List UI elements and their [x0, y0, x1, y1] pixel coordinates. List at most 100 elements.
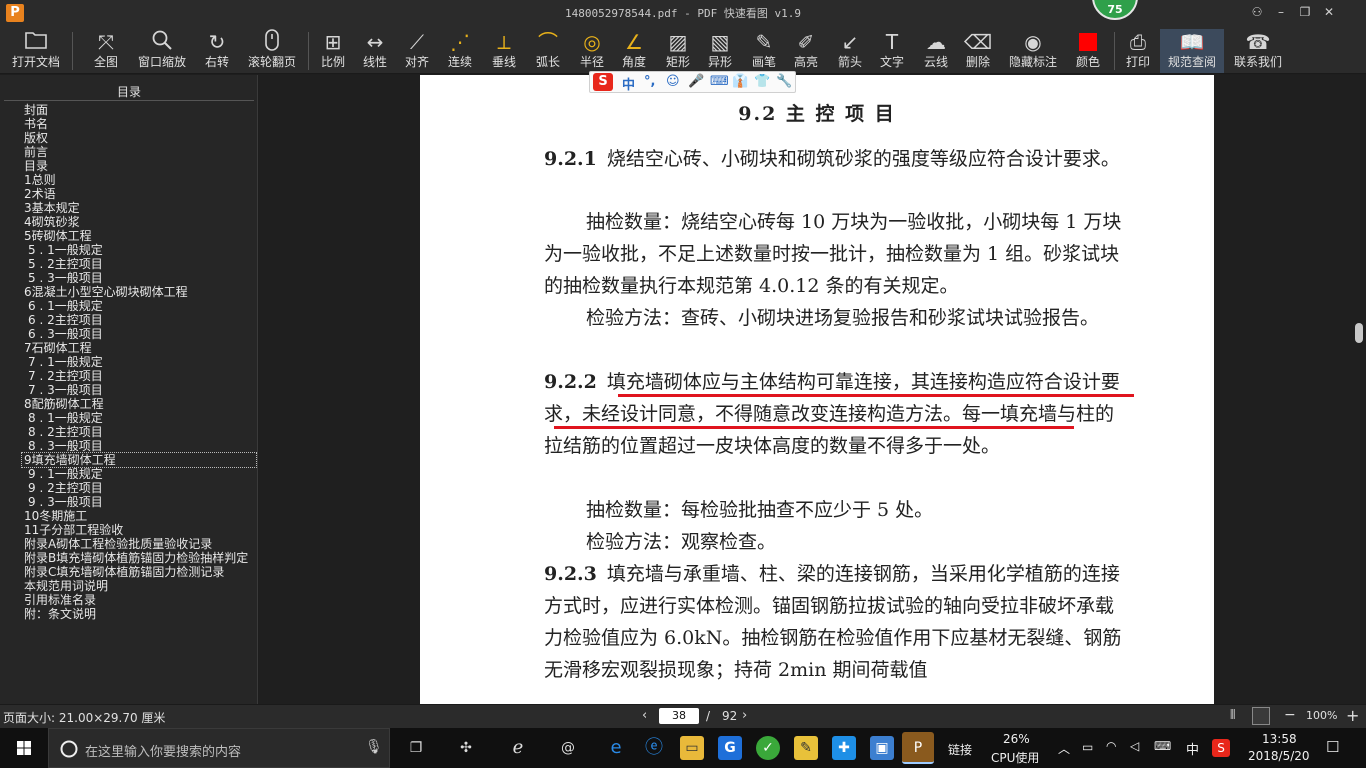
toc-item[interactable]: 附录A砌体工程检验批质量验收记录	[0, 537, 258, 551]
toc-item[interactable]: 6混凝土小型空心砌块砌体工程	[0, 285, 258, 299]
microphone-icon[interactable]: 🎙	[365, 739, 383, 755]
radius-button[interactable]: ◎ 半径	[574, 29, 610, 73]
delete-button[interactable]: ⌫ 删除	[960, 29, 996, 73]
zoom-out-icon[interactable]: −	[1284, 707, 1296, 723]
previous-page-icon[interactable]: ‹	[642, 708, 647, 723]
green-app-icon[interactable]: ✓	[756, 736, 780, 760]
toc-item[interactable]: 3基本规定	[0, 201, 258, 215]
ime-punctuation-icon[interactable]: °,	[644, 74, 655, 89]
clock-time[interactable]: 13:58	[1262, 732, 1297, 746]
ime-settings-icon[interactable]: 🔧	[776, 74, 792, 89]
notes-app-icon[interactable]: ✎	[794, 736, 818, 760]
text-button[interactable]: T 文字	[874, 29, 910, 73]
cloud-line-button[interactable]: ☁ 云线	[918, 29, 954, 73]
align-measure-button[interactable]: ⟋ 对齐	[400, 29, 434, 73]
edge-legacy-icon[interactable]: ℯ	[506, 736, 530, 760]
clock-date[interactable]: 2018/5/20	[1248, 749, 1310, 763]
toc-item[interactable]: 封面	[0, 103, 258, 117]
arc-length-button[interactable]: ⌒ 弧长	[530, 29, 566, 73]
toc-item[interactable]: 7 . 2主控项目	[0, 369, 258, 383]
g-app-icon[interactable]: G	[718, 736, 742, 760]
notification-center-icon[interactable]: ☐	[1326, 738, 1339, 756]
toc-item[interactable]: 6 . 1一般规定	[0, 299, 258, 313]
rotate-right-button[interactable]: ↻ 右转	[198, 29, 236, 73]
toc-item[interactable]: 8 . 2主控项目	[0, 425, 258, 439]
minimize-button[interactable]: –	[1272, 3, 1290, 21]
ime-keyboard-icon[interactable]: ⌨	[710, 74, 729, 89]
contact-us-button[interactable]: ☎ 联系我们	[1230, 29, 1286, 73]
toc-item[interactable]: 7 . 1一般规定	[0, 355, 258, 369]
print-button[interactable]: ⎙ 打印	[1120, 29, 1156, 73]
edge-browser-icon[interactable]: e	[604, 736, 628, 760]
toc-item[interactable]: 1总则	[0, 173, 258, 187]
perpendicular-button[interactable]: ⟂ 垂线	[486, 29, 522, 73]
two-page-view-icon[interactable]: ⫴	[1230, 708, 1235, 723]
current-page-input[interactable]: 38	[659, 708, 699, 724]
pdf-viewer-taskbar-icon[interactable]: P	[902, 732, 934, 764]
scale-button[interactable]: ⊞ 比例	[316, 29, 350, 73]
briefcase-app-icon[interactable]: ▣	[870, 736, 894, 760]
toc-item[interactable]: 7 . 3一般项目	[0, 383, 258, 397]
fit-page-button[interactable]: ⤧ 全图	[86, 29, 126, 73]
spec-lookup-button[interactable]: 📖 规范查阅	[1160, 29, 1224, 73]
toc-item[interactable]: 附录B填充墙砌体植筋锚固力检验抽样判定	[0, 551, 258, 565]
pen-button[interactable]: ✎ 画笔	[746, 29, 782, 73]
angle-button[interactable]: ∠ 角度	[616, 29, 652, 73]
touch-keyboard-icon[interactable]: ⌨	[1154, 739, 1171, 753]
file-explorer-icon[interactable]: ▭	[680, 736, 704, 760]
wifi-icon[interactable]: ◠	[1106, 739, 1116, 753]
red-underline-annotation[interactable]	[618, 394, 1134, 397]
toc-item[interactable]: 版权	[0, 131, 258, 145]
ime-voice-icon[interactable]: 🎤	[688, 74, 704, 89]
toc-item[interactable]: 9 . 2主控项目	[0, 481, 258, 495]
toc-item[interactable]: 本规范用词说明	[0, 579, 258, 593]
start-button[interactable]	[0, 728, 48, 768]
highlight-button[interactable]: ✐ 高亮	[788, 29, 824, 73]
toc-item[interactable]: 5 . 3一般项目	[0, 271, 258, 285]
tray-link-label[interactable]: 链接	[948, 741, 972, 758]
sogou-ime-logo[interactable]: S	[593, 73, 613, 91]
ime-skin-icon[interactable]: 👔	[732, 74, 748, 89]
ime-shirt-icon[interactable]: 👕	[754, 74, 770, 89]
plus-app-icon[interactable]: ✚	[832, 736, 856, 760]
toc-item[interactable]: 6 . 3一般项目	[0, 327, 258, 341]
zoom-in-icon[interactable]: +	[1346, 706, 1359, 725]
zoom-level[interactable]: 100%	[1306, 709, 1337, 722]
taskbar-search-box[interactable]: 在这里输入你要搜索的内容 🎙	[48, 728, 390, 768]
task-view-icon[interactable]: ❐	[404, 736, 428, 760]
toc-item[interactable]: 2术语	[0, 187, 258, 201]
toc-item[interactable]: 书名	[0, 117, 258, 131]
volume-icon[interactable]: ◁	[1130, 739, 1139, 753]
ime-emoji-icon[interactable]: ☺	[666, 74, 680, 89]
toc-item[interactable]: 11子分部工程验收	[0, 523, 258, 537]
hide-annotation-button[interactable]: ◉ 隐藏标注	[1004, 29, 1062, 73]
document-area[interactable]: 9.2 主 控 项 目 9.2.1 烧结空心砖、小砌块和砌筑砂浆的强度等级应符合设…	[259, 75, 1366, 704]
ime-mode-chinese[interactable]: 中	[622, 74, 635, 93]
color-button[interactable]: 颜色	[1070, 29, 1106, 73]
spiral-app-icon[interactable]: @	[556, 736, 580, 760]
toc-item[interactable]: 9 . 1一般规定	[0, 467, 258, 481]
next-page-icon[interactable]: ›	[742, 708, 747, 723]
toc-item[interactable]: 8 . 3一般项目	[0, 439, 258, 453]
toc-item[interactable]: 前言	[0, 145, 258, 159]
open-document-button[interactable]: 打开文档	[8, 29, 64, 73]
ie-browser-icon[interactable]: ⓔ	[642, 736, 666, 760]
battery-icon[interactable]: ▭	[1082, 740, 1093, 754]
pinwheel-app-icon[interactable]: ✣	[454, 736, 478, 760]
rectangle-button[interactable]: ▨ 矩形	[660, 29, 696, 73]
toc-item[interactable]: 6 . 2主控项目	[0, 313, 258, 327]
scroll-page-button[interactable]: 滚轮翻页	[244, 29, 300, 73]
sogou-tray-icon[interactable]: S	[1212, 739, 1230, 757]
toc-item[interactable]: 10冬期施工	[0, 509, 258, 523]
toc-item[interactable]: 附录C填充墙砌体植筋锚固力检测记录	[0, 565, 258, 579]
maximize-button[interactable]: ❐	[1296, 3, 1314, 21]
toc-item[interactable]: 引用标准名录	[0, 593, 258, 607]
linear-measure-button[interactable]: ↔ 线性	[358, 29, 392, 73]
toc-item[interactable]: 4砌筑砂浆	[0, 215, 258, 229]
toc-item[interactable]: 9填充墙砌体工程	[21, 452, 257, 468]
toc-item[interactable]: 5砖砌体工程	[0, 229, 258, 243]
toc-item[interactable]: 附：条文说明	[0, 607, 258, 621]
vertical-scrollbar-thumb[interactable]	[1355, 323, 1363, 343]
zoom-window-button[interactable]: 窗口缩放	[134, 29, 190, 73]
input-language[interactable]: 中	[1186, 739, 1199, 758]
